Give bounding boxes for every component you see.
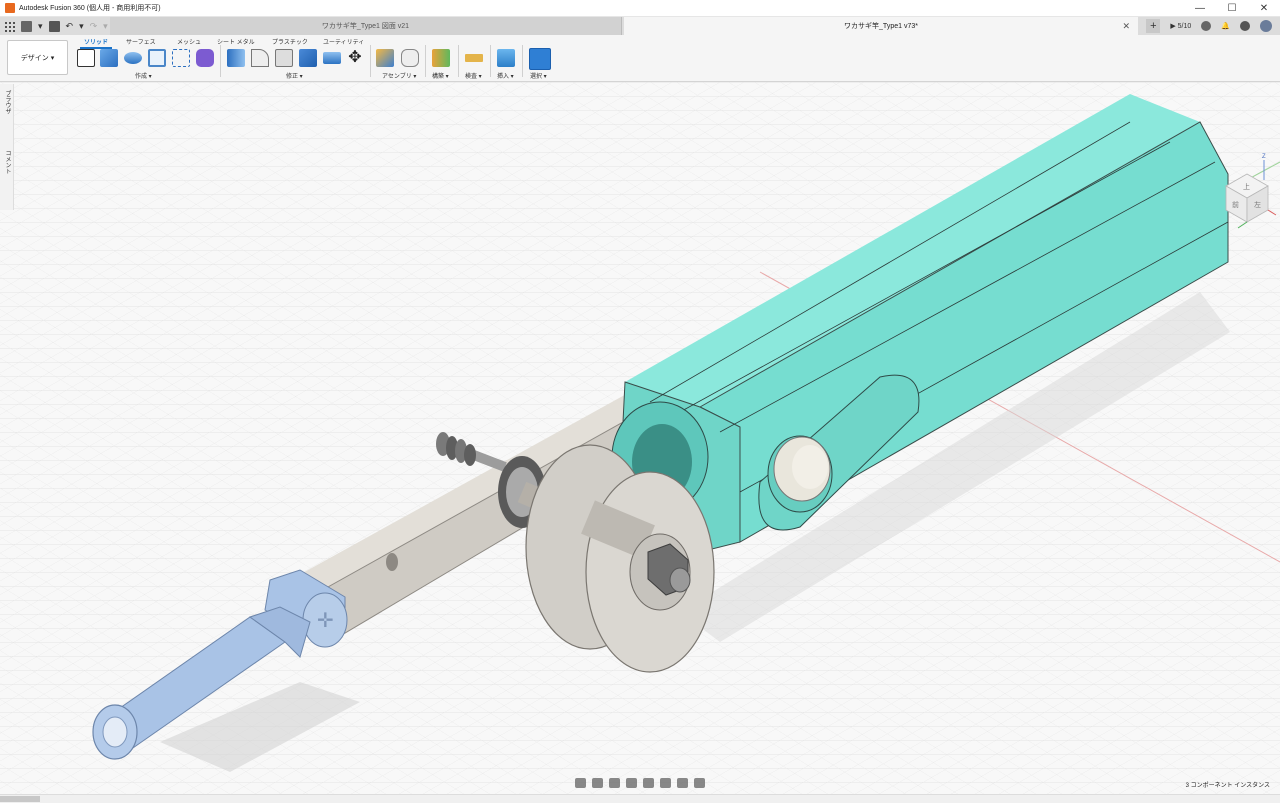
- move-copy-icon[interactable]: ✥: [346, 49, 364, 67]
- hole-icon[interactable]: [148, 49, 166, 67]
- extrude-icon[interactable]: [100, 49, 118, 67]
- fit-icon[interactable]: [643, 778, 654, 788]
- tab-drawing-label: ワカサギ竿_Type1 図面 v21: [321, 23, 410, 30]
- tab-sheet-metal[interactable]: シート メタル: [217, 37, 255, 46]
- toolbar-separator: [458, 45, 459, 77]
- press-pull-icon[interactable]: [227, 49, 245, 67]
- tabbar-right-tools: + ▶ 5/10 🔔: [1146, 17, 1280, 35]
- title-bar: Autodesk Fusion 360 (個人用 - 商用利用不可) — ☐ ✕: [0, 0, 1280, 17]
- workspace-switcher[interactable]: デザイン ▾: [7, 40, 68, 75]
- tab-model[interactable]: ワカサギ竿_Type1 v73* ✕: [624, 17, 1138, 35]
- file-menu-icon[interactable]: [21, 20, 32, 32]
- display-settings-icon[interactable]: [660, 778, 671, 788]
- timeline-strip: [0, 794, 1280, 803]
- maximize-button[interactable]: ☐: [1216, 0, 1248, 17]
- undo-chevron-icon[interactable]: ▾: [79, 21, 84, 32]
- toolbar-separator: [522, 45, 523, 77]
- shell-icon[interactable]: [299, 49, 317, 67]
- window-title: Autodesk Fusion 360 (個人用 - 商用利用不可): [19, 5, 161, 12]
- joint-icon[interactable]: [401, 49, 419, 67]
- viewports-icon[interactable]: [694, 778, 705, 788]
- tab-plastic[interactable]: プラスチック: [272, 37, 308, 46]
- phillips-screw-icon: ✛: [317, 608, 334, 632]
- viewcube-left-label: 左: [1254, 200, 1261, 209]
- toolbar-separator: [370, 45, 371, 77]
- browser-toggle[interactable]: ブラウザ: [3, 90, 12, 114]
- create-menu[interactable]: 作成 ▾: [135, 71, 152, 80]
- tab-utility[interactable]: ユーティリティ: [323, 37, 364, 46]
- fusion-app-icon: [5, 3, 15, 13]
- help-icon[interactable]: [1240, 21, 1250, 31]
- toolbar-separator: [425, 45, 426, 77]
- tab-drawing[interactable]: ワカサギ竿_Type1 図面 v21: [110, 17, 622, 35]
- tab-mesh[interactable]: メッシュ: [177, 37, 201, 46]
- tab-solid[interactable]: ソリッド: [79, 37, 113, 49]
- z-axis-label: Z: [1262, 154, 1266, 160]
- redo-icon[interactable]: ↷: [90, 21, 98, 32]
- extensions-icon[interactable]: [1201, 21, 1212, 31]
- construct-menu[interactable]: 構築 ▾: [432, 71, 449, 80]
- close-tab-icon[interactable]: ✕: [1122, 21, 1130, 32]
- modify-menu[interactable]: 修正 ▾: [286, 71, 303, 80]
- revolve-icon[interactable]: [124, 52, 142, 64]
- ribbon-toolbar: デザイン ▾ ソリッド サーフェス メッシュ シート メタル プラスチック ユー…: [0, 35, 1280, 82]
- zoom-icon[interactable]: [626, 778, 637, 788]
- tab-model-label: ワカサギ竿_Type1 v73*: [844, 23, 918, 30]
- canvas-viewport[interactable]: ✛ 上 前 左 Z: [0, 82, 1280, 794]
- toolbar-separator: [490, 45, 491, 77]
- browser-panel: ブラウザ コメント: [0, 84, 14, 210]
- data-panel-grid-icon[interactable]: [4, 20, 15, 32]
- pattern-icon[interactable]: [172, 49, 190, 67]
- chamfer-icon[interactable]: [275, 49, 293, 67]
- user-avatar[interactable]: [1260, 20, 1272, 32]
- viewcube-front-label: 前: [1232, 200, 1239, 209]
- create-form-icon[interactable]: [196, 49, 214, 67]
- close-button[interactable]: ✕: [1248, 0, 1280, 17]
- inspect-menu[interactable]: 検査 ▾: [465, 71, 482, 80]
- fillet-icon[interactable]: [251, 49, 269, 67]
- minimize-button[interactable]: —: [1184, 0, 1216, 17]
- grid-settings-icon[interactable]: [677, 778, 688, 788]
- window-controls: — ☐ ✕: [1184, 0, 1280, 17]
- instance-count: 3 コンポーネント インスタンス: [1185, 783, 1270, 789]
- plate-hole: [386, 553, 398, 571]
- orbit-icon[interactable]: [575, 778, 586, 788]
- tab-surface[interactable]: サーフェス: [126, 37, 156, 46]
- insert-image-icon[interactable]: [497, 49, 515, 67]
- timeline-scrollbar[interactable]: [0, 796, 40, 802]
- file-menu-chevron-icon[interactable]: ▾: [38, 21, 43, 32]
- insert-menu[interactable]: 挿入 ▾: [497, 71, 514, 80]
- undo-icon[interactable]: ↶: [66, 21, 74, 32]
- assemble-menu[interactable]: アセンブリ ▾: [382, 71, 416, 80]
- look-at-icon[interactable]: [592, 778, 603, 788]
- viewcube-top-label: 上: [1243, 182, 1250, 191]
- job-status-icon: ▶: [1170, 23, 1176, 30]
- quick-access-toolbar: ▾ ↶ ▾ ↷ ▾: [0, 17, 108, 35]
- job-count: 5/10: [1177, 23, 1192, 30]
- toolbar-separator: [220, 45, 221, 77]
- save-icon[interactable]: [48, 20, 60, 32]
- new-tab-button[interactable]: +: [1146, 19, 1161, 33]
- comments-toggle[interactable]: コメント: [3, 150, 12, 174]
- select-cursor-icon[interactable]: [529, 48, 551, 70]
- measure-icon[interactable]: [465, 54, 483, 62]
- job-status[interactable]: ▶ 5/10: [1170, 22, 1191, 30]
- model-canvas[interactable]: ✛ 上 前 左 Z: [0, 82, 1280, 794]
- pan-icon[interactable]: [609, 778, 620, 788]
- navigation-bar: [575, 776, 705, 790]
- select-menu[interactable]: 選択 ▾: [530, 71, 547, 80]
- notifications-icon[interactable]: 🔔: [1221, 22, 1230, 30]
- create-sketch-icon[interactable]: [77, 49, 95, 67]
- offset-plane-icon[interactable]: [432, 49, 450, 67]
- redo-chevron-icon[interactable]: ▾: [103, 21, 108, 32]
- split-body-icon[interactable]: [323, 52, 341, 64]
- new-component-icon[interactable]: [376, 49, 394, 67]
